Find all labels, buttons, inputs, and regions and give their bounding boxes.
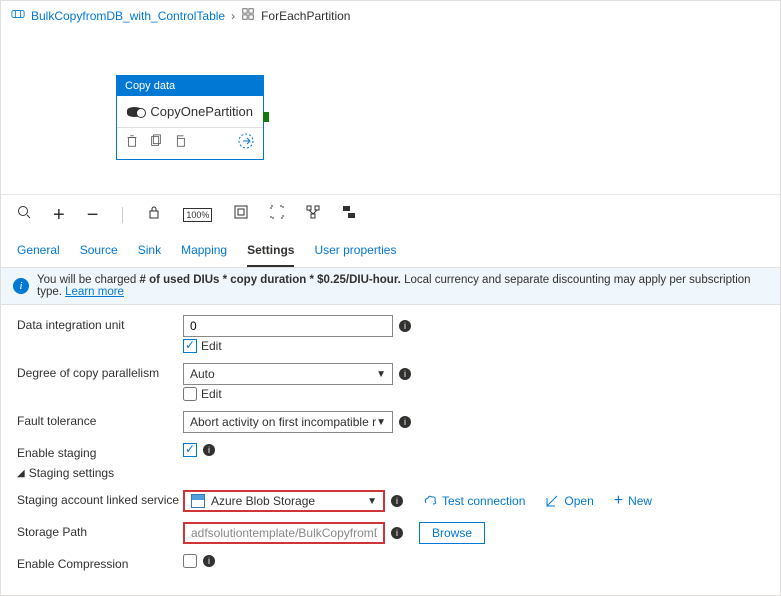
clone-icon[interactable] — [173, 134, 187, 151]
canvas-toolbar: + − 100% — [1, 195, 780, 235]
fault-value: Abort activity on first incompatible row — [190, 415, 376, 429]
tab-settings[interactable]: Settings — [247, 235, 294, 267]
blob-storage-icon — [191, 494, 205, 508]
info-icon[interactable]: i — [399, 416, 411, 428]
info-icon[interactable]: i — [391, 527, 403, 539]
chevron-down-icon: ▼ — [367, 496, 377, 507]
storage-path-input[interactable] — [183, 522, 385, 544]
learn-more-link[interactable]: Learn more — [65, 286, 124, 298]
add-output-icon[interactable] — [237, 132, 255, 153]
parallelism-edit-checkbox[interactable] — [183, 387, 197, 401]
success-connector[interactable] — [263, 112, 269, 122]
tab-sink[interactable]: Sink — [138, 235, 161, 267]
info-icon[interactable]: i — [203, 555, 215, 567]
tab-source[interactable]: Source — [80, 235, 118, 267]
chevron-down-icon: ▼ — [376, 417, 386, 428]
fault-select[interactable]: Abort activity on first incompatible row… — [183, 411, 393, 433]
compression-checkbox[interactable] — [183, 554, 197, 568]
info-icon: i — [13, 278, 29, 294]
diu-edit-checkbox[interactable] — [183, 339, 197, 353]
collapse-icon: ◢ — [17, 468, 25, 479]
parallelism-label: Degree of copy parallelism — [17, 363, 183, 380]
info-icon[interactable]: i — [391, 495, 403, 507]
activity-name: CopyOnePartition — [150, 104, 253, 119]
info-icon[interactable]: i — [399, 368, 411, 380]
open-button[interactable]: Open — [545, 494, 593, 508]
staging-label: Enable staging — [17, 443, 183, 460]
activity-body: CopyOnePartition — [117, 96, 263, 127]
info-icon[interactable]: i — [399, 320, 411, 332]
storage-path-label: Storage Path — [17, 522, 183, 539]
info-icon[interactable]: i — [203, 444, 215, 456]
diu-input[interactable] — [183, 315, 393, 337]
tab-mapping[interactable]: Mapping — [181, 235, 227, 267]
pipeline-icon — [11, 7, 25, 24]
parallelism-value: Auto — [190, 367, 215, 381]
copy-icon[interactable] — [149, 134, 163, 151]
autolayout-icon[interactable] — [306, 205, 320, 224]
copy-data-icon — [127, 107, 142, 117]
chevron-right-icon: › — [231, 9, 235, 23]
fullscreen-icon[interactable] — [270, 205, 284, 224]
staging-checkbox[interactable] — [183, 443, 197, 457]
fit-screen-icon[interactable] — [234, 205, 248, 224]
pricing-banner: i You will be charged # of used DIUs * c… — [1, 268, 780, 305]
breadcrumb-root[interactable]: BulkCopyfromDB_with_ControlTable — [31, 9, 225, 23]
fit-100-icon[interactable]: 100% — [183, 208, 212, 222]
chevron-down-icon: ▼ — [376, 369, 386, 380]
pipeline-canvas[interactable]: Copy data CopyOnePartition — [1, 30, 780, 195]
staging-section-label: Staging settings — [29, 466, 114, 480]
diu-label: Data integration unit — [17, 315, 183, 332]
breadcrumb: BulkCopyfromDB_with_ControlTable › ForEa… — [1, 1, 780, 30]
banner-pre: You will be charged — [37, 274, 140, 286]
browse-button[interactable]: Browse — [419, 522, 485, 544]
align-icon[interactable] — [342, 205, 356, 224]
new-button[interactable]: + New — [614, 494, 652, 508]
linked-service-value: Azure Blob Storage — [211, 494, 315, 508]
breadcrumb-current: ForEachPartition — [261, 9, 350, 23]
linked-service-label: Staging account linked service — [17, 490, 183, 507]
zoom-out-icon[interactable]: − — [87, 208, 99, 222]
edit-label: Edit — [201, 339, 222, 353]
foreach-icon — [241, 7, 255, 24]
banner-bold: # of used DIUs * copy duration * $0.25/D… — [140, 274, 401, 286]
parallelism-select[interactable]: Auto ▼ — [183, 363, 393, 385]
staging-section-toggle[interactable]: ◢ Staging settings — [17, 466, 764, 480]
activity-header: Copy data — [117, 76, 263, 96]
zoom-in-icon[interactable]: + — [53, 208, 65, 222]
edit-label: Edit — [201, 387, 222, 401]
activity-card[interactable]: Copy data CopyOnePartition — [116, 75, 264, 160]
fault-label: Fault tolerance — [17, 411, 183, 428]
settings-tabs: General Source Sink Mapping Settings Use… — [1, 235, 780, 268]
tab-general[interactable]: General — [17, 235, 60, 267]
compression-label: Enable Compression — [17, 554, 183, 571]
settings-form: Data integration unit i Edit Degree of c… — [1, 305, 780, 591]
test-connection-button[interactable]: Test connection — [423, 494, 525, 508]
linked-service-select[interactable]: Azure Blob Storage ▼ — [183, 490, 385, 512]
lock-icon[interactable] — [147, 205, 161, 224]
zoom-icon[interactable] — [17, 205, 31, 224]
delete-icon[interactable] — [125, 134, 139, 151]
tab-user-properties[interactable]: User properties — [314, 235, 396, 267]
